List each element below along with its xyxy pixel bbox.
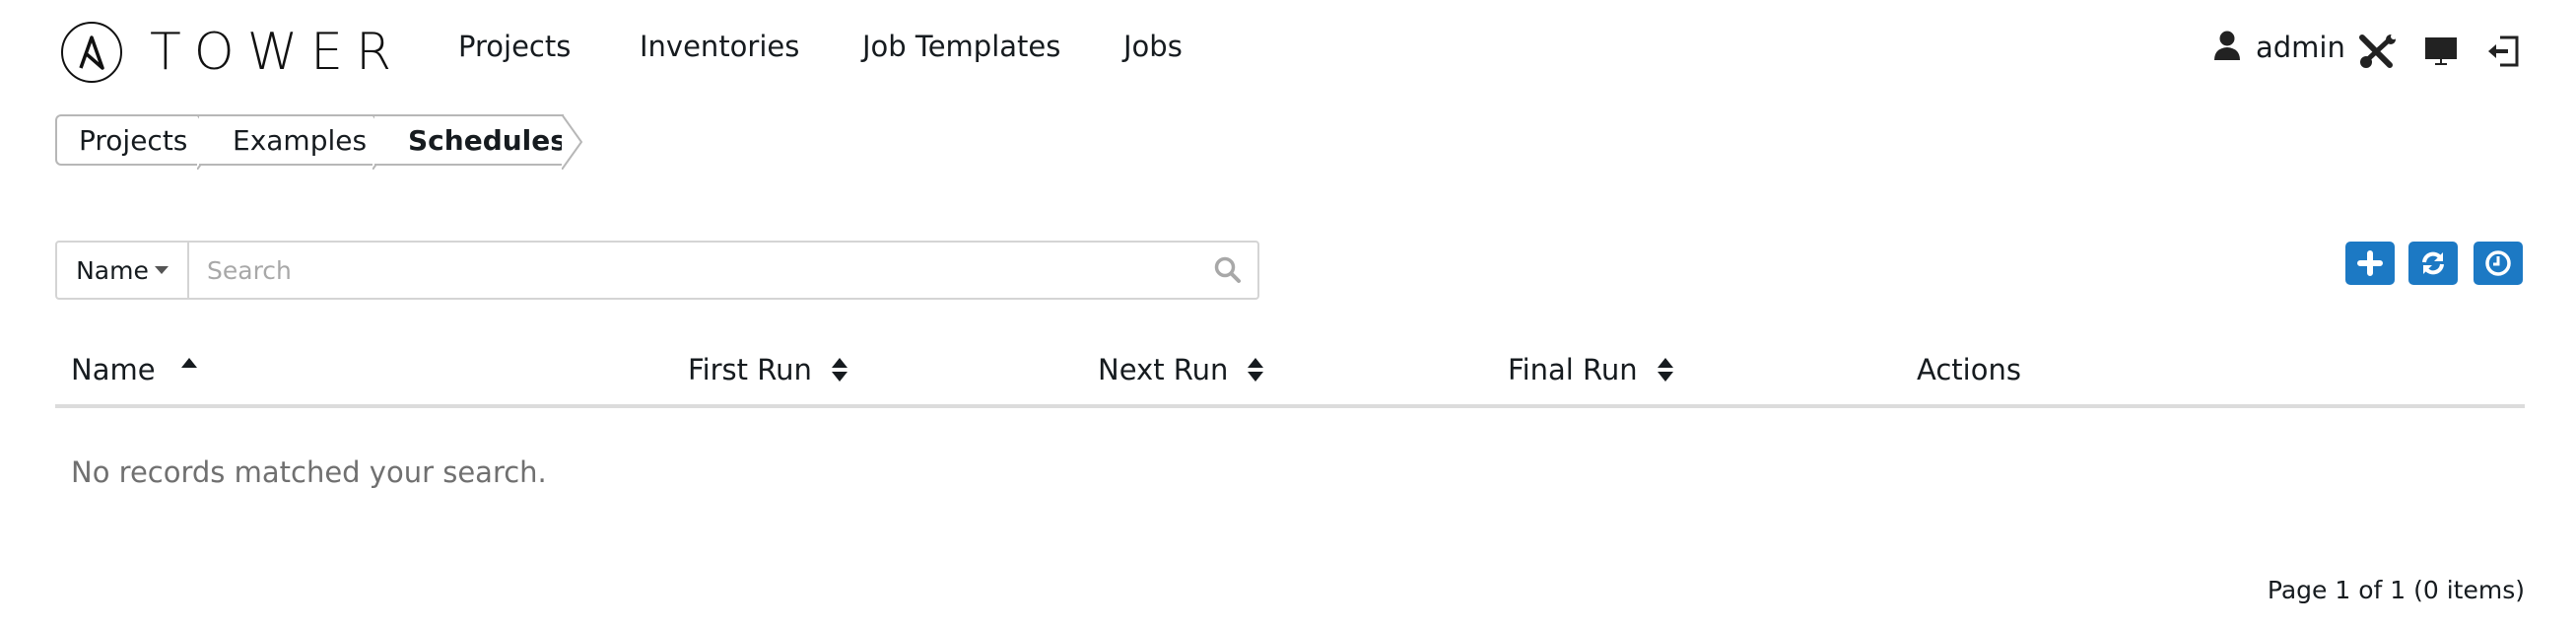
settings-button[interactable] [2357, 32, 2397, 71]
column-label: First Run [688, 353, 812, 386]
breadcrumb-label: Projects [79, 123, 188, 157]
username: admin [2256, 31, 2345, 64]
nav-inventories[interactable]: Inventories [640, 30, 799, 63]
search-input[interactable] [189, 243, 1198, 298]
column-header-next-run[interactable]: Next Run [1098, 353, 1264, 386]
schedule-history-button[interactable] [2474, 242, 2523, 285]
search-button[interactable] [1198, 243, 1257, 298]
add-icon [2357, 250, 2383, 276]
refresh-icon [2422, 251, 2444, 275]
column-header-actions: Actions [1917, 353, 2021, 386]
search-bar: Name [55, 241, 1259, 300]
refresh-button[interactable] [2408, 242, 2458, 285]
sort-icon [1248, 358, 1264, 382]
nav-jobs[interactable]: Jobs [1123, 30, 1183, 63]
column-label: Actions [1917, 353, 2021, 386]
logo-text: TOWER [150, 23, 405, 82]
pagination-info: Page 1 of 1 (0 items) [2267, 576, 2525, 604]
user-icon [2212, 30, 2242, 65]
column-header-name[interactable]: Name [71, 353, 197, 386]
search-icon [1214, 256, 1241, 283]
nav-projects[interactable]: Projects [458, 30, 571, 63]
user-menu[interactable]: admin [2212, 30, 2345, 65]
clock-icon [2485, 250, 2511, 276]
breadcrumb: Projects Examples Schedules [55, 114, 583, 170]
breadcrumb-separator [562, 114, 583, 170]
table-header-divider [55, 404, 2525, 408]
logout-button[interactable] [2483, 32, 2523, 71]
empty-state-message: No records matched your search. [71, 455, 547, 489]
column-label: Final Run [1508, 353, 1638, 386]
breadcrumb-label: Examples [233, 123, 368, 157]
breadcrumb-projects[interactable]: Projects [55, 114, 219, 170]
search-field-dropdown[interactable]: Name [57, 243, 189, 298]
sort-icon [1657, 358, 1673, 382]
caret-down-icon [154, 266, 169, 274]
column-label: Next Run [1098, 353, 1229, 386]
sort-ascending-icon [180, 358, 197, 368]
breadcrumb-examples[interactable]: Examples [199, 114, 394, 170]
breadcrumb-label: Schedules [408, 123, 567, 157]
column-header-first-run[interactable]: First Run [688, 353, 847, 386]
monitor-button[interactable] [2421, 32, 2461, 71]
sort-icon [831, 358, 847, 382]
column-header-final-run[interactable]: Final Run [1508, 353, 1673, 386]
monitor-icon [2425, 37, 2457, 65]
logout-icon [2488, 35, 2519, 67]
column-label: Name [71, 353, 156, 386]
ansible-logo-icon [61, 22, 122, 83]
breadcrumb-schedules: Schedules [374, 114, 583, 170]
add-schedule-button[interactable] [2345, 242, 2395, 285]
wrench-screwdriver-icon [2359, 34, 2396, 68]
nav-job-templates[interactable]: Job Templates [862, 30, 1060, 63]
search-field-label: Name [76, 255, 149, 285]
tower-logo[interactable]: TOWER [61, 20, 404, 85]
